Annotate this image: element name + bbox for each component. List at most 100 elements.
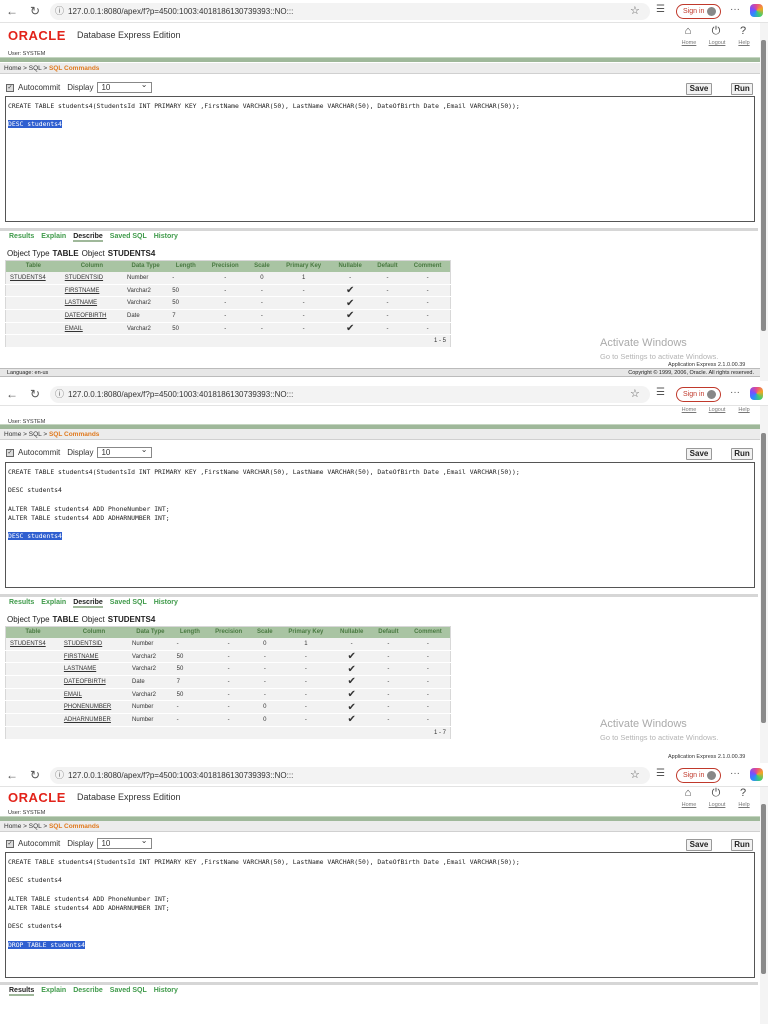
favorites-icon[interactable]: ☰ [656, 387, 665, 398]
save-button[interactable]: Save [686, 839, 712, 851]
favorite-star-icon[interactable]: ☆ [630, 768, 640, 781]
sign-in-button[interactable]: Sign in [676, 768, 721, 783]
autocommit-checkbox[interactable]: ✓ [6, 839, 14, 848]
table-cell[interactable]: STUDENTS4 [5, 271, 61, 285]
logout-link[interactable]: Logout [704, 40, 730, 46]
tab-explain[interactable]: Explain [41, 987, 66, 996]
favorites-icon[interactable]: ☰ [656, 768, 665, 779]
breadcrumb-home[interactable]: Home [4, 431, 21, 438]
help-link[interactable]: Help [731, 40, 757, 46]
table-cell[interactable]: EMAIL [60, 322, 123, 336]
sign-in-button[interactable]: Sign in [676, 4, 721, 19]
display-select[interactable]: 10 [97, 445, 153, 458]
site-info-icon[interactable]: ⓘ [55, 386, 64, 403]
tab-results[interactable]: Results [9, 599, 34, 608]
autocommit-checkbox[interactable]: ✓ [6, 448, 14, 457]
tab-history[interactable]: History [154, 233, 178, 242]
table-cell[interactable]: STUDENTSID [59, 637, 129, 651]
table-cell [5, 322, 61, 336]
breadcrumb-home[interactable]: Home [4, 823, 21, 830]
copilot-icon[interactable] [750, 387, 763, 400]
address-bar[interactable]: ⓘ 127.0.0.1:8080/apex/f?p=4500:1003:40181… [50, 386, 650, 403]
more-menu-icon[interactable]: ··· [730, 768, 740, 779]
home-icon[interactable]: ⌂ [676, 787, 700, 799]
table-cell[interactable]: LASTNAME [59, 662, 129, 677]
refresh-icon[interactable]: ↻ [30, 387, 40, 401]
favorites-icon[interactable]: ☰ [656, 4, 665, 15]
save-button[interactable]: Save [686, 83, 712, 95]
display-select[interactable]: 10 [97, 80, 153, 93]
tab-saved-sql[interactable]: Saved SQL [110, 987, 147, 996]
table-cell[interactable]: EMAIL [59, 688, 129, 702]
favorite-star-icon[interactable]: ☆ [630, 4, 640, 17]
tab-explain[interactable]: Explain [41, 233, 66, 242]
more-menu-icon[interactable]: ··· [730, 387, 740, 398]
table-cell[interactable]: STUDENTSID [60, 271, 123, 285]
sql-editor[interactable]: CREATE TABLE students4(StudentsId INT PR… [5, 852, 755, 978]
address-bar[interactable]: ⓘ 127.0.0.1:8080/apex/f?p=4500:1003:40181… [50, 767, 650, 784]
tab-explain[interactable]: Explain [41, 599, 66, 608]
scrollbar-thumb[interactable] [761, 40, 766, 331]
home-link[interactable]: Home [676, 40, 702, 46]
save-button[interactable]: Save [686, 448, 712, 460]
help-icon[interactable]: ? [731, 25, 755, 37]
table-cell[interactable]: FIRSTNAME [60, 284, 123, 298]
site-info-icon[interactable]: ⓘ [55, 3, 64, 20]
table-cell[interactable]: FIRSTNAME [59, 650, 129, 664]
display-select[interactable]: 10 [97, 836, 153, 849]
autocommit-checkbox[interactable]: ✓ [6, 83, 14, 92]
tab-describe[interactable]: Describe [73, 987, 103, 996]
run-button[interactable]: Run [731, 839, 753, 851]
logout-icon[interactable]: ⏻ [704, 25, 728, 38]
logout-link[interactable]: Logout [704, 407, 730, 413]
home-link[interactable]: Home [676, 802, 702, 808]
sign-in-button[interactable]: Sign in [676, 387, 721, 402]
scrollbar-thumb[interactable] [761, 804, 766, 974]
table-cell[interactable]: STUDENTS4 [5, 637, 60, 651]
breadcrumb-sql[interactable]: SQL [29, 431, 42, 438]
address-bar[interactable]: ⓘ 127.0.0.1:8080/apex/f?p=4500:1003:40181… [50, 3, 650, 20]
copilot-icon[interactable] [750, 4, 763, 17]
sql-editor[interactable]: CREATE TABLE students4(StudentsId INT PR… [5, 96, 755, 222]
help-icon[interactable]: ? [731, 787, 755, 799]
breadcrumb-sql[interactable]: SQL [29, 823, 42, 830]
table-cell: - [247, 322, 277, 336]
table-cell[interactable]: DATEOFBIRTH [60, 309, 123, 323]
table-cell[interactable]: PHONENUMBER [59, 700, 129, 715]
home-icon[interactable]: ⌂ [676, 25, 700, 37]
tab-history[interactable]: History [154, 987, 178, 996]
table-cell [5, 700, 60, 715]
scrollbar-thumb[interactable] [761, 433, 766, 723]
column-header: Table [5, 626, 60, 638]
run-button[interactable]: Run [731, 83, 753, 95]
back-icon[interactable]: ← [6, 387, 18, 401]
help-link[interactable]: Help [731, 407, 757, 413]
logout-link[interactable]: Logout [704, 802, 730, 808]
tab-results[interactable]: Results [9, 987, 35, 996]
breadcrumb-home[interactable]: Home [4, 65, 21, 72]
refresh-icon[interactable]: ↻ [30, 4, 40, 18]
home-link[interactable]: Home [676, 407, 702, 413]
sql-editor[interactable]: CREATE TABLE students4(StudentsId INT PR… [5, 462, 755, 588]
back-icon[interactable]: ← [6, 768, 18, 782]
table-cell[interactable]: LASTNAME [60, 296, 123, 311]
table-cell: - [247, 309, 277, 323]
back-icon[interactable]: ← [6, 4, 18, 18]
favorite-star-icon[interactable]: ☆ [630, 387, 640, 400]
help-link[interactable]: Help [731, 802, 757, 808]
logout-icon[interactable]: ⏻ [704, 787, 728, 800]
table-cell[interactable]: DATEOFBIRTH [59, 675, 129, 689]
tab-describe[interactable]: Describe [73, 233, 103, 242]
tab-saved-sql[interactable]: Saved SQL [110, 233, 147, 242]
copilot-icon[interactable] [750, 768, 763, 781]
run-button[interactable]: Run [731, 448, 753, 460]
site-info-icon[interactable]: ⓘ [55, 767, 64, 784]
table-cell[interactable]: ADHARNUMBER [59, 713, 129, 727]
tab-results[interactable]: Results [9, 233, 34, 242]
breadcrumb-sql[interactable]: SQL [29, 65, 42, 72]
tab-history[interactable]: History [154, 599, 178, 608]
tab-describe[interactable]: Describe [73, 599, 103, 608]
refresh-icon[interactable]: ↻ [30, 768, 40, 782]
tab-saved-sql[interactable]: Saved SQL [110, 599, 147, 608]
more-menu-icon[interactable]: ··· [730, 4, 740, 15]
